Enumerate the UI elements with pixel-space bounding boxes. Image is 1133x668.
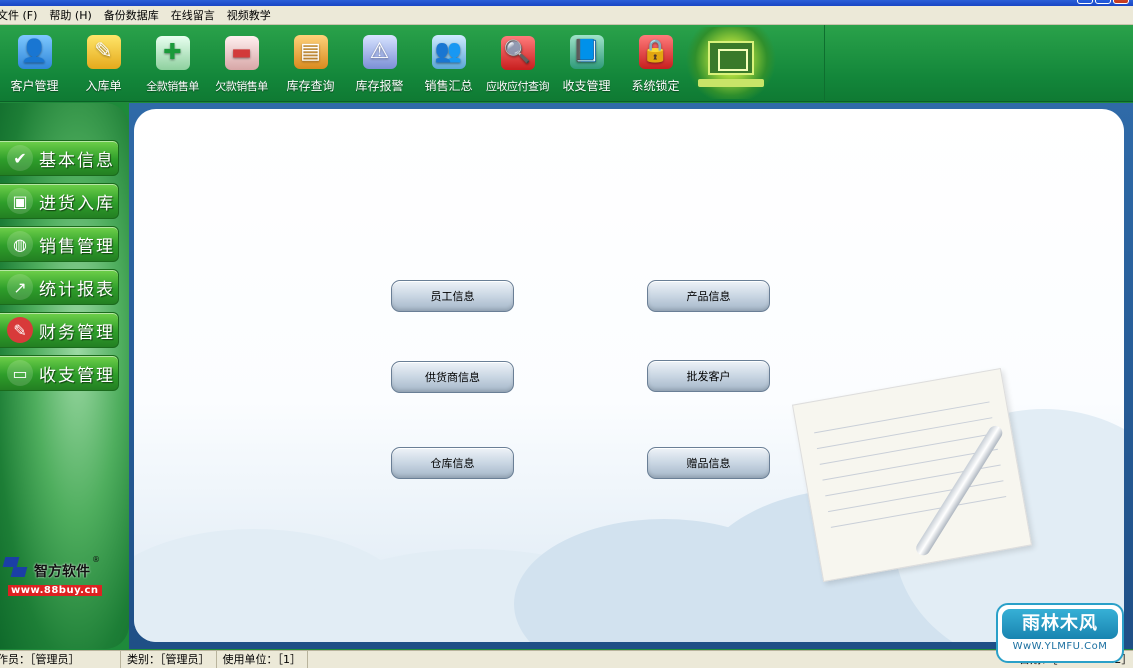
document-icon: ✔ — [7, 145, 33, 171]
status-category: 类别：［管理员］ — [121, 650, 217, 668]
toolbar-label: 应收应付查询 — [486, 80, 550, 93]
toolbar-label: 系统锁定 — [631, 79, 680, 93]
menu-bar: 文件 (F) 帮助 (H) 备份数据库 在线留言 视频教学 — [0, 6, 1133, 25]
books-icon: ▤ — [293, 35, 328, 69]
chart-icon: ↗ — [7, 274, 33, 300]
sidebar-item-label: 进货入库 — [39, 193, 115, 214]
pencil-note-icon: ✎ — [86, 35, 121, 69]
brand-mark-icon — [2, 555, 32, 581]
toolbar-customer-management[interactable]: 👤 客户管理 — [0, 25, 69, 102]
logo-screen — [708, 41, 754, 75]
toolbar-label: 销售汇总 — [424, 79, 473, 93]
card-icon: ▭ — [7, 360, 33, 386]
employee-info-button[interactable]: 员工信息 — [391, 280, 514, 312]
minus-icon: ▬ — [224, 36, 259, 70]
registered-mark: ® — [92, 555, 100, 564]
sidebar-item-label: 财务管理 — [39, 322, 115, 343]
toolbar-label: 收支管理 — [562, 79, 611, 93]
status-operator: 作员：［管理员］ — [0, 650, 121, 668]
status-unit: 使用单位：［1］ — [217, 650, 308, 668]
toolbar-label: 库存查询 — [286, 79, 335, 93]
toolbar-inventory-query[interactable]: ▤ 库存查询 — [276, 25, 345, 102]
brand-name: 智方软件 — [34, 564, 90, 580]
watermark-url: WwW.YLMFU.CoM — [1012, 641, 1108, 652]
toolbar-credit-sale[interactable]: ▬ 欠款销售单 — [207, 25, 276, 102]
window-controls — [1077, 0, 1129, 4]
finance-icon: ✎ — [7, 317, 33, 343]
sidebar-item-purchase-stock-in[interactable]: ▣ 进货入库 — [0, 183, 119, 219]
user-icon: 👤 — [17, 35, 52, 69]
toolbar-label: 欠款销售单 — [215, 80, 268, 93]
book-user-icon: 📘 — [569, 35, 604, 69]
menu-online-message[interactable]: 在线留言 — [165, 7, 221, 23]
add-icon: ✚ — [155, 36, 190, 70]
toolbar-stock-in[interactable]: ✎ 入库单 — [69, 25, 138, 102]
minimize-button[interactable] — [1077, 0, 1093, 4]
watermark-title: 雨林木风 — [1002, 609, 1118, 639]
toolbar-label: 客户管理 — [10, 79, 59, 93]
sidebar-item-label: 统计报表 — [39, 279, 115, 300]
toolbar-label: 库存报警 — [355, 79, 404, 93]
toolbar-label: 全款销售单 — [146, 80, 199, 93]
sidebar-item-finance-management[interactable]: ✎ 财务管理 — [0, 312, 119, 348]
menu-help[interactable]: 帮助 (H) — [43, 7, 97, 23]
sidebar-item-label: 销售管理 — [39, 236, 115, 257]
wholesale-customer-button[interactable]: 批发客户 — [647, 360, 770, 392]
sidebar-item-sales-management[interactable]: ◍ 销售管理 — [0, 226, 119, 262]
toolbar-system-lock[interactable]: 🔒 系统锁定 — [621, 25, 690, 102]
sidebar-item-statistics-report[interactable]: ↗ 统计报表 — [0, 269, 119, 305]
logo-keyboard — [698, 79, 764, 87]
warehouse-info-button[interactable]: 仓库信息 — [391, 447, 514, 479]
sidebar-item-label: 基本信息 — [39, 150, 115, 171]
product-info-button[interactable]: 产品信息 — [647, 280, 770, 312]
toolbar-buttons: 👤 客户管理 ✎ 入库单 ✚ 全款销售单 ▬ 欠款销售单 ▤ 库存查询 ⚠ 库存… — [0, 25, 690, 102]
toolbar-inventory-alert[interactable]: ⚠ 库存报警 — [345, 25, 414, 102]
toolbar-income-expense[interactable]: 📘 收支管理 — [552, 25, 621, 102]
globe-icon: ◍ — [7, 231, 33, 257]
sidebar-item-label: 收支管理 — [39, 365, 115, 386]
toolbar-full-payment-sale[interactable]: ✚ 全款销售单 — [138, 25, 207, 102]
main-toolbar: 👤 客户管理 ✎ 入库单 ✚ 全款销售单 ▬ 欠款销售单 ▤ 库存查询 ⚠ 库存… — [0, 25, 1133, 102]
menu-video-tutorial[interactable]: 视频教学 — [221, 7, 277, 23]
sidebar-item-income-expense[interactable]: ▭ 收支管理 — [0, 355, 119, 391]
alert-icon: ⚠ — [362, 35, 397, 69]
sidebar-item-basic-info[interactable]: ✔ 基本信息 — [0, 140, 119, 176]
people-icon: 👥 — [431, 35, 466, 69]
letter-paper-decoration — [791, 367, 1033, 583]
watermark-badge: 雨林木风 WwW.YLMFU.CoM — [996, 603, 1124, 663]
lock-folder-icon: 🔒 — [638, 35, 673, 69]
main-panel: 员工信息 产品信息 供货商信息 批发客户 仓库信息 赠品信息 — [134, 109, 1124, 642]
main-frame: 员工信息 产品信息 供货商信息 批发客户 仓库信息 赠品信息 — [129, 103, 1133, 649]
brand-url: www.88buy.cn — [8, 585, 102, 596]
maximize-button[interactable] — [1095, 0, 1111, 4]
menu-backup-database[interactable]: 备份数据库 — [98, 7, 165, 23]
menu-file[interactable]: 文件 (F) — [0, 7, 43, 23]
gift-info-button[interactable]: 赠品信息 — [647, 447, 770, 479]
toolbar-receivable-payable[interactable]: 🔍 应收应付查询 — [483, 25, 552, 102]
status-bar: 作员：［管理员］ 类别：［管理员］ 使用单位：［1］ 日期：［2016-09-2… — [0, 650, 1133, 668]
folder-search-icon: 🔍 — [500, 36, 535, 70]
toolbar-sales-summary[interactable]: 👥 销售汇总 — [414, 25, 483, 102]
supplier-info-button[interactable]: 供货商信息 — [391, 361, 514, 393]
left-sidebar: ✔ 基本信息 ▣ 进货入库 ◍ 销售管理 ↗ 统计报表 ✎ 财务管理 ▭ 收支管… — [0, 103, 129, 649]
computer-logo-icon — [686, 27, 776, 99]
cubes-icon: ▣ — [7, 188, 33, 214]
toolbar-label: 入库单 — [85, 79, 122, 93]
toolbar-divider — [824, 25, 825, 102]
close-button[interactable] — [1113, 0, 1129, 4]
